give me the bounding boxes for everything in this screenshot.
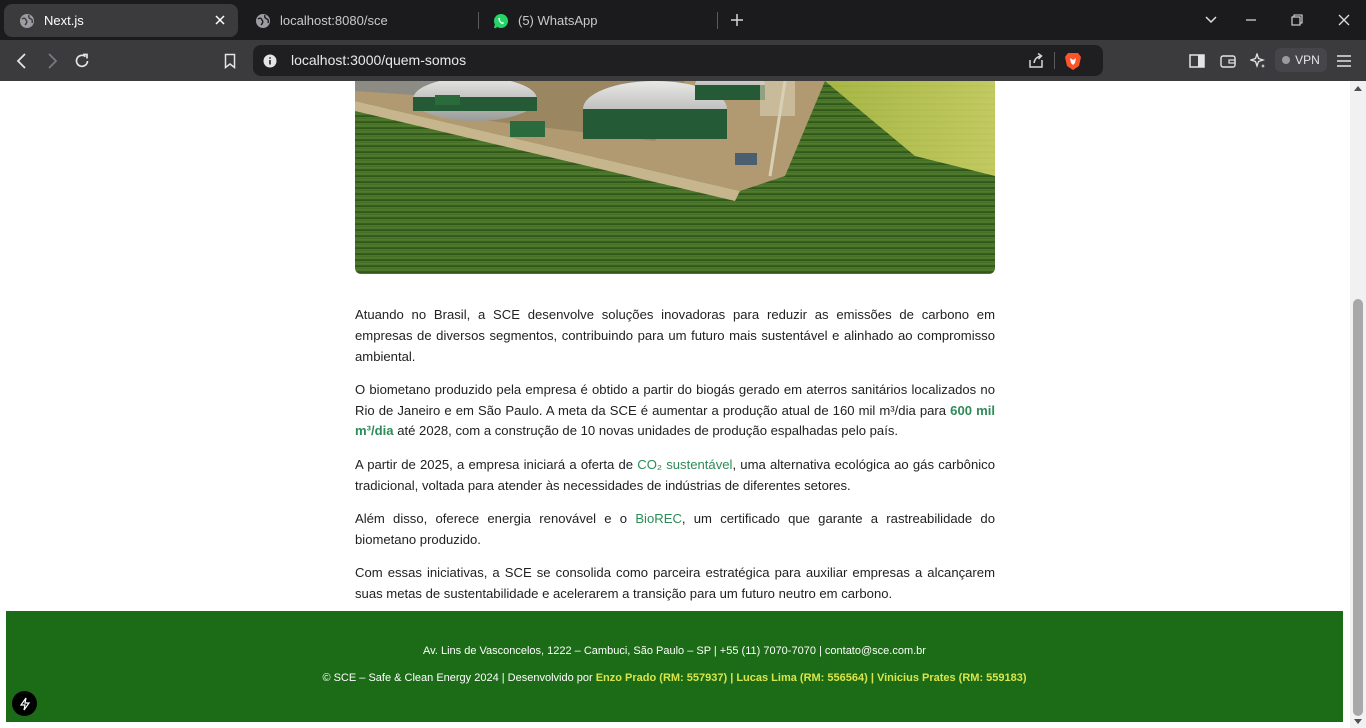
tab-search-chevron-icon[interactable] bbox=[1201, 10, 1221, 30]
tab-title: localhost:8080/sce bbox=[280, 13, 388, 28]
paragraph: Atuando no Brasil, a SCE desenvolve solu… bbox=[355, 307, 995, 364]
sidebar-toggle-icon[interactable] bbox=[1186, 50, 1208, 72]
address-bar[interactable]: localhost:3000/quem-somos bbox=[253, 45, 1103, 76]
brave-shields-icon[interactable] bbox=[1063, 51, 1083, 71]
close-window-button[interactable] bbox=[1334, 10, 1354, 30]
tab-localhost-sce[interactable]: localhost:8080/sce bbox=[240, 4, 476, 37]
globe-icon bbox=[19, 13, 35, 29]
paragraph-text: O biometano produzido pela empresa é obt… bbox=[355, 381, 995, 418]
footer-contact: Av. Lins de Vasconcelos, 1222 – Cambuci,… bbox=[423, 645, 926, 657]
url-divider bbox=[1054, 52, 1055, 69]
tab-title: (5) WhatsApp bbox=[518, 13, 598, 28]
vpn-label: VPN bbox=[1295, 53, 1320, 67]
paragraph-text: Além disso, oferece energia renovável e … bbox=[355, 510, 636, 526]
paragraph-text: até 2028, com a construção de 10 novas u… bbox=[393, 423, 899, 439]
co2-highlight: CO₂ sustentável bbox=[637, 456, 733, 472]
tab-title: Next.js bbox=[44, 13, 84, 28]
share-icon[interactable] bbox=[1026, 51, 1046, 71]
tab-strip: Next.js localhost:8080/sce (5) WhatsApp bbox=[0, 0, 1366, 40]
developer-credits: Enzo Prado (RM: 557937) | Lucas Lima (RM… bbox=[595, 672, 1027, 684]
page-viewport: Atuando no Brasil, a SCE desenvolve solu… bbox=[0, 81, 1350, 728]
paragraph: O biometano produzido pela empresa é obt… bbox=[355, 380, 995, 442]
bookmark-icon[interactable] bbox=[219, 50, 241, 72]
page-scrollbar[interactable] bbox=[1350, 81, 1366, 728]
paragraph: A partir de 2025, a empresa iniciará a o… bbox=[355, 455, 995, 497]
biorec-highlight: BioREC bbox=[635, 510, 682, 526]
restore-button[interactable] bbox=[1287, 10, 1307, 30]
reload-button[interactable] bbox=[71, 50, 93, 72]
paragraph-text: A partir de 2025, a empresa iniciará a o… bbox=[355, 456, 638, 472]
site-info-icon[interactable] bbox=[261, 52, 279, 70]
forward-button[interactable] bbox=[41, 50, 63, 72]
tab-nextjs[interactable]: Next.js bbox=[4, 4, 238, 37]
biogas-plant-image bbox=[355, 81, 995, 274]
vpn-button[interactable]: VPN bbox=[1275, 48, 1327, 72]
minimize-button[interactable] bbox=[1241, 10, 1261, 30]
menu-icon[interactable] bbox=[1333, 50, 1355, 72]
tab-divider bbox=[717, 12, 718, 29]
new-tab-button[interactable] bbox=[727, 10, 747, 30]
paragraph: Além disso, oferece energia renovável e … bbox=[355, 509, 995, 551]
tab-whatsapp[interactable]: (5) WhatsApp bbox=[478, 4, 716, 37]
scroll-thumb[interactable] bbox=[1353, 299, 1363, 716]
footer-copyright: © SCE – Safe & Clean Energy 2024 | Desen… bbox=[6, 672, 1343, 684]
scroll-down-icon[interactable] bbox=[1354, 719, 1362, 724]
whatsapp-icon bbox=[493, 13, 509, 29]
globe-icon bbox=[255, 13, 271, 29]
close-icon[interactable] bbox=[212, 12, 228, 28]
back-button[interactable] bbox=[11, 50, 33, 72]
nextjs-dev-indicator-icon[interactable] bbox=[12, 691, 37, 716]
copyright-text: © SCE – Safe & Clean Energy 2024 | Desen… bbox=[322, 672, 596, 684]
scroll-up-icon[interactable] bbox=[1354, 86, 1362, 91]
vpn-status-dot bbox=[1282, 56, 1291, 64]
wallet-icon[interactable] bbox=[1217, 50, 1239, 72]
about-text: Atuando no Brasil, a SCE desenvolve solu… bbox=[355, 305, 995, 617]
url-text[interactable]: localhost:3000/quem-somos bbox=[291, 52, 466, 68]
paragraph: Com essas iniciativas, a SCE se consolid… bbox=[355, 564, 995, 601]
leo-ai-icon[interactable] bbox=[1247, 50, 1269, 72]
site-footer: Av. Lins de Vasconcelos, 1222 – Cambuci,… bbox=[6, 611, 1343, 722]
